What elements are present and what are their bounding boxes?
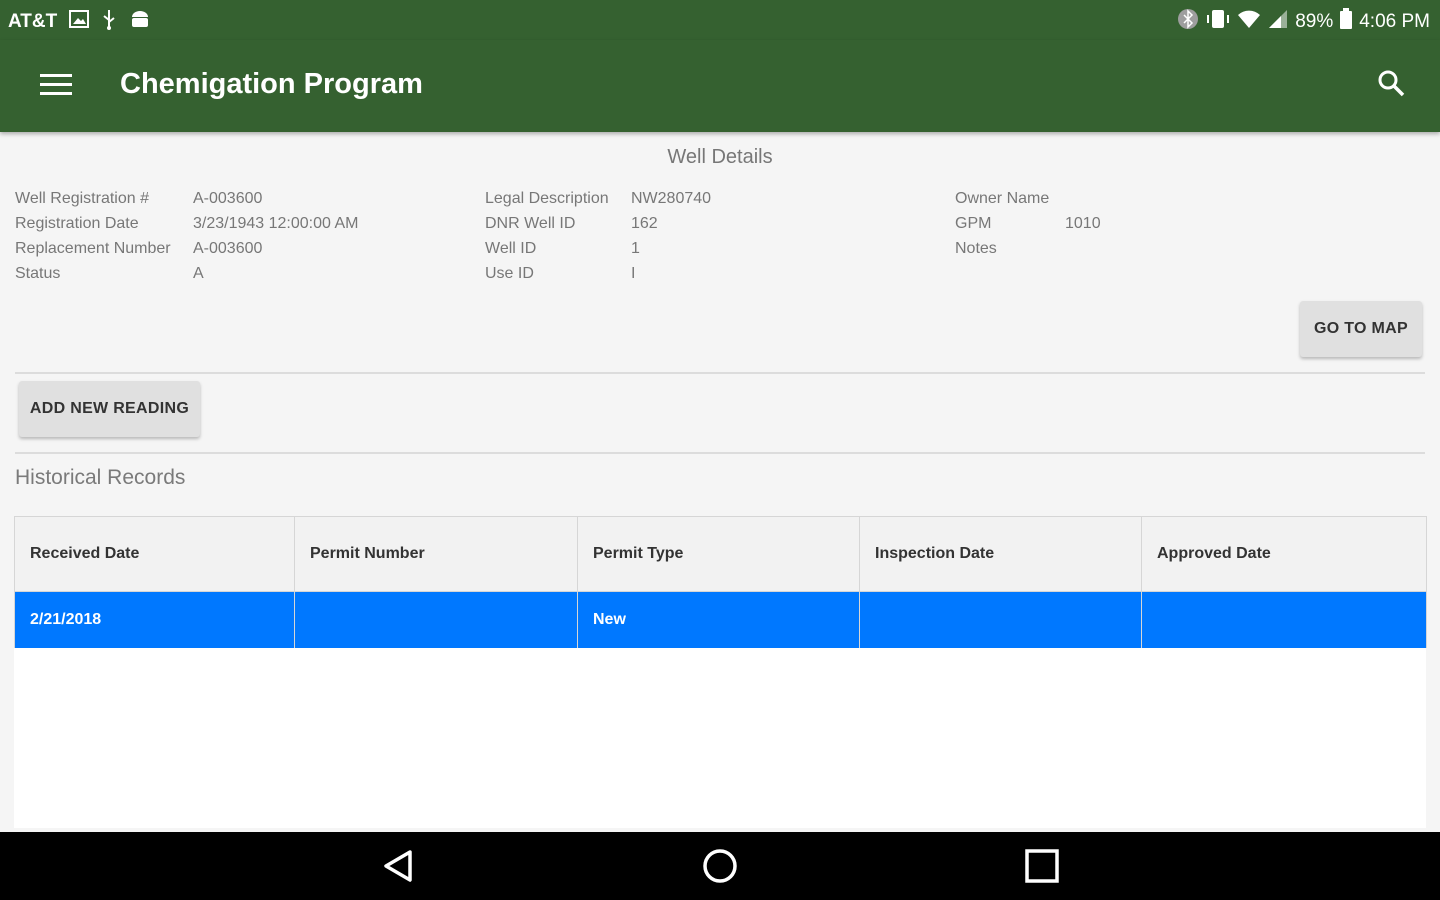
home-icon[interactable] [700, 846, 740, 886]
recents-icon[interactable] [1022, 846, 1062, 886]
detail-value: A-003600 [193, 190, 263, 207]
navigation-bar [0, 832, 1440, 900]
usb-icon [101, 8, 117, 36]
detail-label: Well ID [485, 240, 537, 257]
table-cell[interactable] [1141, 591, 1427, 648]
app-bar: Chemigation Program [0, 40, 1440, 132]
detail-label: Legal Description [485, 190, 609, 207]
image-icon [69, 10, 90, 34]
table-cell[interactable]: New [577, 591, 860, 648]
detail-value: I [631, 265, 636, 282]
detail-label: GPM [955, 215, 992, 232]
detail-row: Well Registration # A-003600 [15, 188, 358, 213]
status-bar: AT&T 89% 4:06 PM [0, 0, 1440, 40]
status-right: 89% 4:06 PM [1177, 8, 1430, 36]
detail-label: Registration Date [15, 215, 139, 232]
detail-value: 1010 [1065, 215, 1101, 232]
table-cell[interactable] [859, 591, 1142, 648]
signal-icon [1267, 9, 1289, 35]
detail-value: 1 [631, 240, 640, 257]
divider [15, 452, 1425, 454]
bluetooth-icon [1177, 8, 1199, 36]
details-column-1: Well Registration # A-003600 Registration… [15, 188, 358, 288]
divider [15, 372, 1425, 374]
page-title: Chemigation Program [120, 68, 423, 100]
detail-row: Well ID 1 [485, 238, 711, 263]
detail-value: 162 [631, 215, 658, 232]
detail-label: DNR Well ID [485, 215, 576, 232]
well-details-title: Well Details [667, 146, 773, 168]
clock: 4:06 PM [1359, 11, 1430, 32]
menu-icon[interactable] [40, 74, 72, 98]
search-icon[interactable] [1376, 68, 1406, 98]
detail-row: Owner Name [955, 188, 1101, 213]
details-column-2: Legal Description NW280740 DNR Well ID 162… [485, 188, 711, 288]
vibrate-icon [1205, 8, 1231, 36]
detail-value: 3/23/1943 12:00:00 AM [193, 215, 359, 232]
android-icon [129, 9, 151, 35]
column-header[interactable]: Permit Type [577, 516, 860, 592]
detail-row: Use ID I [485, 263, 711, 288]
status-left: AT&T [8, 8, 151, 36]
detail-label: Well Registration # [15, 190, 149, 207]
table-header-row: Received Date Permit Number Permit Type … [14, 516, 1427, 592]
detail-label: Replacement Number [15, 240, 171, 257]
column-header[interactable]: Approved Date [1141, 516, 1427, 592]
column-header[interactable]: Permit Number [294, 516, 578, 592]
detail-value: A [193, 265, 204, 282]
detail-value: A-003600 [193, 240, 263, 257]
table-cell[interactable] [294, 591, 578, 648]
back-icon[interactable] [378, 846, 418, 886]
historical-records-table: Received Date Permit Number Permit Type … [14, 516, 1427, 828]
detail-row: Registration Date 3/23/1943 12:00:00 AM [15, 213, 358, 238]
detail-row: Replacement Number A-003600 [15, 238, 358, 263]
detail-value: NW280740 [631, 190, 712, 207]
table-row[interactable]: 2/21/2018 New [14, 591, 1427, 648]
go-to-map-button[interactable]: GO TO MAP [1300, 301, 1422, 357]
wifi-icon [1237, 9, 1261, 35]
detail-row: Status A [15, 263, 358, 288]
detail-label: Use ID [485, 265, 534, 282]
detail-row: DNR Well ID 162 [485, 213, 711, 238]
detail-label: Notes [955, 240, 997, 257]
table-cell[interactable]: 2/21/2018 [14, 591, 295, 648]
historical-records-title: Historical Records [15, 466, 186, 489]
detail-row: Notes [955, 238, 1101, 263]
carrier-label: AT&T [8, 11, 58, 32]
detail-row: GPM 1010 [955, 213, 1101, 238]
column-header[interactable]: Inspection Date [859, 516, 1142, 592]
detail-row: Legal Description NW280740 [485, 188, 711, 213]
battery-percent: 89% [1295, 11, 1334, 32]
detail-label: Status [15, 265, 61, 282]
battery-icon [1339, 8, 1353, 36]
details-column-3: Owner Name GPM 1010 Notes [955, 188, 1101, 263]
column-header[interactable]: Received Date [14, 516, 295, 592]
detail-label: Owner Name [955, 190, 1050, 207]
add-new-reading-button[interactable]: ADD NEW READING [19, 381, 200, 437]
